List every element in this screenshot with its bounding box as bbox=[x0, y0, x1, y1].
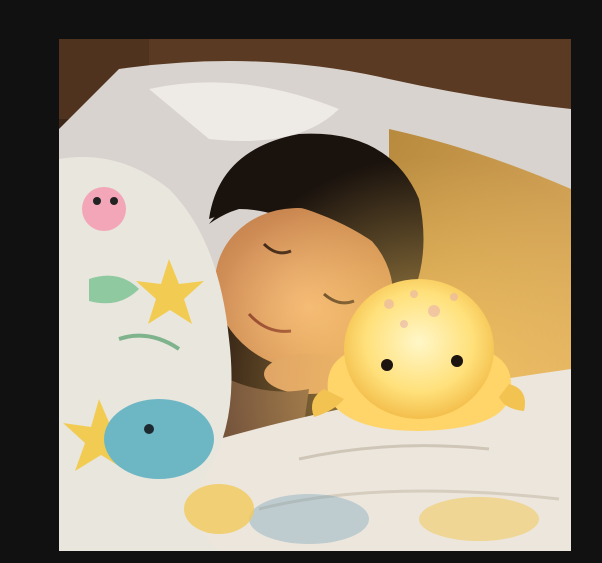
sleeping-child-photo bbox=[59, 39, 571, 551]
blanket-creature-pink bbox=[82, 187, 126, 231]
blanket-whale bbox=[104, 399, 214, 479]
lamp-eye-right bbox=[451, 355, 463, 367]
lamp-eye-left bbox=[381, 359, 393, 371]
photo-frame bbox=[59, 39, 571, 551]
